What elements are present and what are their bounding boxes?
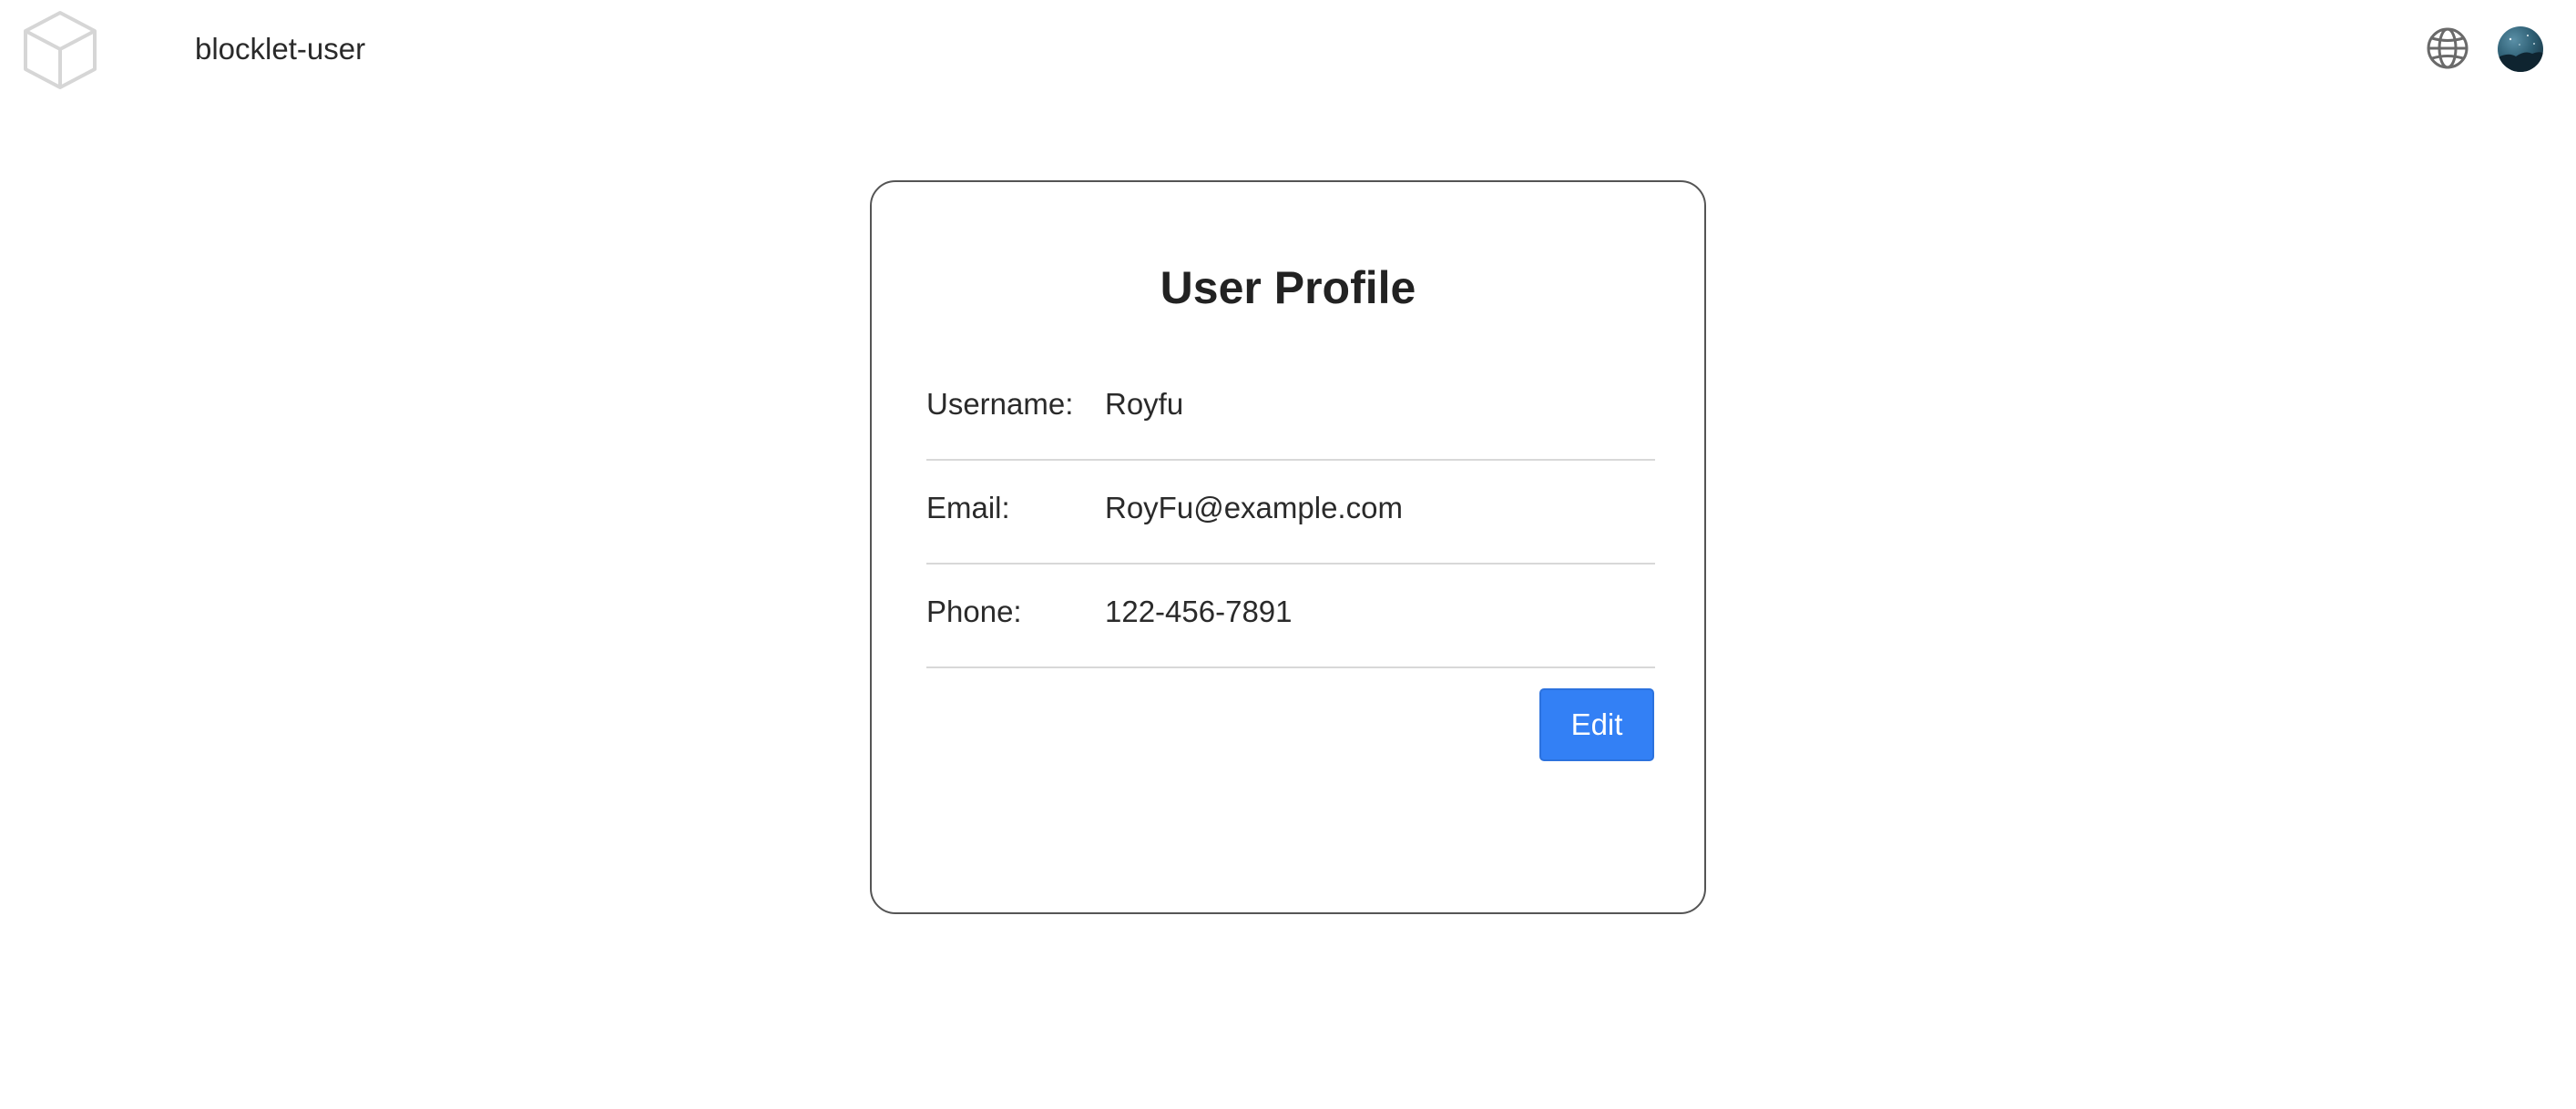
phone-row: Phone: 122-456-7891 xyxy=(926,565,1655,668)
edit-button[interactable]: Edit xyxy=(1539,688,1654,761)
user-profile-card: User Profile Username: Royfu Email: RoyF… xyxy=(870,180,1706,914)
phone-label: Phone: xyxy=(926,595,1022,628)
email-row: Email: RoyFu@example.com xyxy=(926,461,1655,565)
username-value: Royfu xyxy=(1105,387,1184,421)
username-label: Username: xyxy=(926,387,1074,421)
page-title: User Profile xyxy=(1160,262,1416,313)
email-value: RoyFu@example.com xyxy=(1105,491,1403,524)
app-title[interactable]: blocklet-user xyxy=(195,27,365,71)
username-row: Username: Royfu xyxy=(926,357,1655,461)
language-button[interactable] xyxy=(2425,25,2470,71)
cube-icon[interactable] xyxy=(22,9,98,89)
phone-value: 122-456-7891 xyxy=(1105,595,1293,628)
email-label: Email: xyxy=(926,491,1010,524)
avatar[interactable] xyxy=(2498,26,2543,72)
globe-icon xyxy=(2425,27,2470,75)
top-bar: blocklet-user xyxy=(0,0,2576,98)
